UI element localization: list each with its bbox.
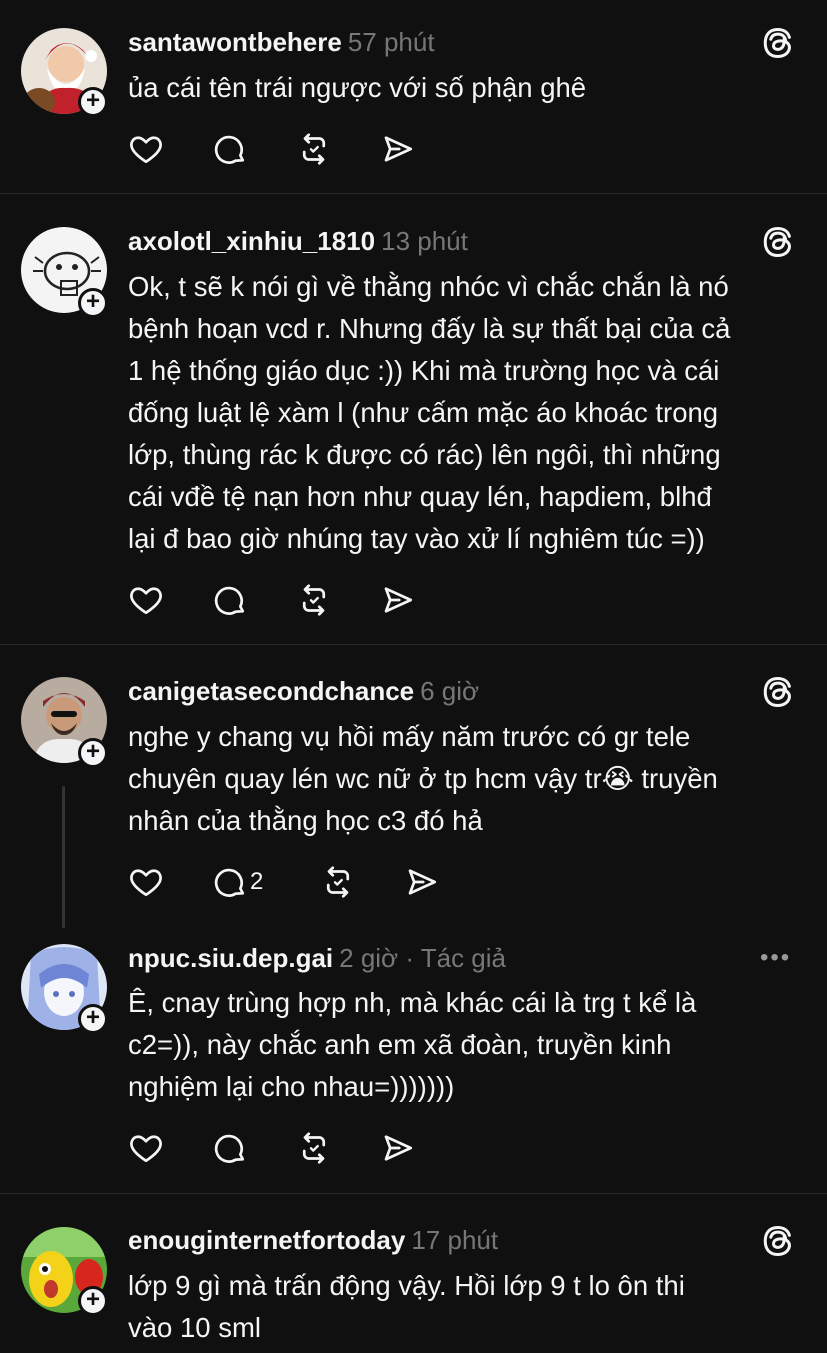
divider [0, 193, 827, 194]
heart-icon [128, 131, 164, 167]
follow-plus-icon[interactable]: + [78, 738, 108, 768]
threads-icon[interactable] [760, 224, 796, 260]
thread-line [62, 786, 65, 928]
like-button[interactable] [128, 129, 164, 169]
comment-icon [212, 864, 248, 900]
reply-button[interactable] [212, 1128, 248, 1168]
divider [0, 644, 827, 645]
heart-icon [128, 582, 164, 618]
threads-icon[interactable] [760, 674, 796, 710]
post-header: axolotl_xinhiu_1810 13 phút [128, 223, 468, 259]
reply-button[interactable]: 2 [212, 862, 263, 902]
send-icon [404, 864, 440, 900]
follow-plus-icon[interactable]: + [78, 1286, 108, 1316]
reply-button[interactable] [212, 129, 248, 169]
heart-icon [128, 864, 164, 900]
repost-icon [296, 131, 332, 167]
like-button[interactable] [128, 580, 164, 620]
follow-plus-icon[interactable]: + [78, 87, 108, 117]
username-link[interactable]: canigetasecondchance [128, 676, 414, 706]
like-button[interactable] [128, 862, 164, 902]
repost-button[interactable] [296, 129, 332, 169]
username-link[interactable]: santawontbehere [128, 27, 342, 57]
repost-icon [296, 582, 332, 618]
send-icon [380, 1130, 416, 1166]
repost-button[interactable] [296, 1128, 332, 1168]
follow-plus-icon[interactable]: + [78, 288, 108, 318]
divider [0, 1193, 827, 1194]
post-header: enouginternetfortoday 17 phút [128, 1222, 498, 1258]
reply-button[interactable] [212, 580, 248, 620]
post-text: Ê, cnay trùng hợp nh, mà khác cái là trg… [128, 987, 697, 1102]
timestamp: 2 giờ · Tác giả [339, 943, 507, 973]
reply-count: 2 [250, 868, 264, 895]
send-icon [380, 131, 416, 167]
share-button[interactable] [380, 129, 416, 169]
post-header: canigetasecondchance 6 giờ [128, 673, 479, 709]
username-link[interactable]: axolotl_xinhiu_1810 [128, 226, 375, 256]
repost-button[interactable] [320, 862, 356, 902]
heart-icon [128, 1130, 164, 1166]
repost-icon [296, 1130, 332, 1166]
like-button[interactable] [128, 1128, 164, 1168]
post-text: nghe y chang vụ hồi mấy năm trước có gr … [128, 721, 718, 836]
threads-icon[interactable] [760, 25, 796, 61]
post-header: santawontbehere 57 phút [128, 24, 435, 60]
comment-icon [212, 582, 248, 618]
post-text: ủa cái tên trái ngược với số phận ghê [128, 72, 587, 103]
share-button[interactable] [380, 1128, 416, 1168]
share-button[interactable] [404, 862, 440, 902]
post-text: lớp 9 gì mà trấn động vậy. Hồi lớp 9 t l… [128, 1270, 685, 1343]
follow-plus-icon[interactable]: + [78, 1004, 108, 1034]
repost-button[interactable] [296, 580, 332, 620]
threads-icon[interactable] [760, 1223, 796, 1259]
timestamp: 17 phút [411, 1225, 499, 1255]
comment-icon [212, 131, 248, 167]
comment-icon [212, 1130, 248, 1166]
username-link[interactable]: enouginternetfortoday [128, 1225, 405, 1255]
share-button[interactable] [380, 580, 416, 620]
timestamp: 6 giờ [420, 676, 480, 706]
post-header: npuc.siu.dep.gai 2 giờ · Tác giả [128, 940, 506, 976]
more-icon[interactable]: ••• [760, 944, 791, 972]
timestamp: 57 phút [347, 27, 435, 57]
send-icon [380, 582, 416, 618]
username-link[interactable]: npuc.siu.dep.gai [128, 943, 333, 973]
timestamp: 13 phút [381, 226, 468, 256]
repost-icon [320, 864, 356, 900]
post-text: Ok, t sẽ k nói gì về thằng nhóc vì chắc … [128, 271, 731, 554]
